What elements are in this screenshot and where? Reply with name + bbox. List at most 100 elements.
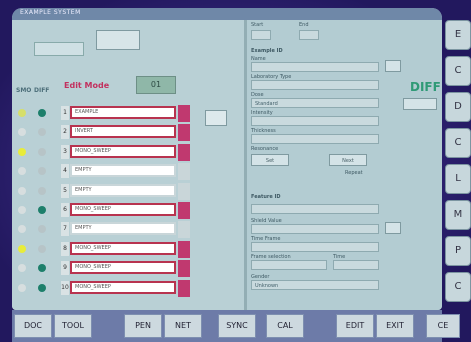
diff-indicator-dot[interactable]: [38, 264, 46, 273]
name-browse-button[interactable]: [385, 60, 401, 72]
next-button[interactable]: Next: [329, 154, 367, 166]
channel-row[interactable]: 8 MONO_SWEEP: [12, 240, 244, 258]
repeat-label: Repeat: [345, 170, 363, 176]
channel-row[interactable]: 9 MONO_SWEEP: [12, 260, 244, 278]
channel-name-field[interactable]: EMPTY: [70, 183, 176, 197]
panel-tab[interactable]: [34, 42, 84, 56]
channel-name-field[interactable]: INVERT: [70, 125, 176, 139]
smo-indicator[interactable]: [18, 109, 26, 117]
channel-side-tab[interactable]: [178, 105, 190, 122]
left-panel: SMO DIFF Edit Mode 01 1 EXAMPLE 2 INVERT 3 MO…: [12, 20, 244, 310]
diff-indicator-dot[interactable]: [38, 147, 46, 156]
title-bar: EXAMPLE SYSTEM: [12, 8, 442, 20]
window-title: EXAMPLE SYSTEM: [20, 9, 81, 16]
channel-side-tab[interactable]: [178, 124, 190, 142]
sidebar-button[interactable]: L: [445, 164, 471, 194]
sidebar-button[interactable]: M: [445, 200, 471, 230]
toolbar-button[interactable]: PEN: [124, 314, 162, 338]
lab-type-field[interactable]: [251, 80, 379, 90]
channel-name-field[interactable]: MONO_SWEEP: [70, 241, 176, 255]
toolbar-button[interactable]: CAL: [266, 314, 304, 338]
toolbar-button[interactable]: EDIT: [336, 314, 374, 338]
diff-indicator-dot[interactable]: [38, 225, 46, 234]
smo-indicator[interactable]: [18, 206, 26, 214]
channel-side-tab[interactable]: [178, 182, 190, 200]
channel-row[interactable]: 5 EMPTY: [12, 182, 244, 200]
diff-indicator-dot[interactable]: [38, 128, 46, 137]
toolbar-button[interactable]: CE: [426, 314, 460, 338]
channel-name-field[interactable]: EMPTY: [70, 222, 176, 236]
smo-indicator[interactable]: [18, 225, 26, 234]
smo-indicator[interactable]: [18, 128, 26, 137]
right-sidebar: ECDCLMPC: [442, 8, 471, 342]
channel-number: 8: [61, 241, 69, 256]
diff-indicator-dot[interactable]: [38, 283, 46, 292]
channel-name-field[interactable]: EMPTY: [70, 164, 176, 178]
toolbar-button[interactable]: NET: [164, 314, 202, 338]
channel-side-tab[interactable]: [178, 279, 190, 297]
channel-side-tab[interactable]: [178, 221, 190, 239]
edit-mode-value[interactable]: 01: [136, 76, 176, 94]
smo-indicator[interactable]: [18, 167, 26, 176]
dose-select[interactable]: Standard: [251, 98, 379, 108]
sidebar-button[interactable]: E: [445, 20, 471, 50]
channel-row[interactable]: 7 EMPTY: [12, 221, 244, 239]
smo-indicator[interactable]: [18, 186, 26, 195]
start-field[interactable]: [251, 30, 271, 40]
channel-side-tab[interactable]: [178, 143, 190, 161]
channel-side-tab[interactable]: [178, 260, 190, 278]
sidebar-button[interactable]: C: [445, 56, 471, 86]
toolbar-button[interactable]: TOOL: [54, 314, 92, 338]
channel-name-field[interactable]: MONO_SWEEP: [70, 203, 176, 216]
channel-side-tab[interactable]: [178, 240, 190, 258]
channel-number: 3: [61, 144, 69, 159]
diff-indicator-dot[interactable]: [38, 186, 46, 195]
channel-side-tab[interactable]: [178, 202, 190, 219]
channel-name-field[interactable]: MONO_SWEEP: [70, 144, 176, 158]
set-button[interactable]: Set: [251, 154, 289, 166]
channel-side-tab[interactable]: [178, 163, 190, 181]
sidebar-button[interactable]: P: [445, 236, 471, 266]
time-field[interactable]: [333, 260, 379, 270]
sidebar-button[interactable]: C: [445, 128, 471, 158]
toolbar-button[interactable]: DOC: [14, 314, 52, 338]
intensity-select[interactable]: [251, 116, 379, 126]
diff-indicator-dot[interactable]: [38, 206, 46, 214]
shield-value-field[interactable]: [251, 224, 379, 234]
gender-select[interactable]: Unknown: [251, 280, 379, 290]
channel-row[interactable]: 3 MONO_SWEEP: [12, 143, 244, 161]
thickness-select[interactable]: [251, 134, 379, 144]
frame-selection-field[interactable]: [251, 260, 327, 270]
start-label: Start: [251, 22, 264, 28]
smo-indicator[interactable]: [18, 264, 26, 273]
channel-name-field[interactable]: MONO_SWEEP: [70, 280, 176, 294]
time-frame-field[interactable]: [251, 242, 379, 252]
channel-name-field[interactable]: EXAMPLE: [70, 106, 176, 119]
smo-indicator[interactable]: [18, 147, 26, 156]
channel-row[interactable]: 6 MONO_SWEEP: [12, 202, 244, 219]
diff-indicator-dot[interactable]: [38, 167, 46, 176]
toolbar-button[interactable]: EXIT: [376, 314, 414, 338]
name-field[interactable]: [251, 62, 379, 72]
end-field[interactable]: [299, 30, 319, 40]
channel-row[interactable]: 2 INVERT: [12, 124, 244, 142]
channel-row[interactable]: 4 EMPTY: [12, 163, 244, 181]
toolbar-button[interactable]: SYNC: [218, 314, 256, 338]
smo-indicator[interactable]: [18, 283, 26, 292]
apply-button[interactable]: [403, 98, 437, 110]
shield-browse-button[interactable]: [385, 222, 401, 234]
edit-mode-label: Edit Mode: [64, 81, 110, 90]
channel-row[interactable]: 10 MONO_SWEEP: [12, 279, 244, 297]
sidebar-button[interactable]: D: [445, 92, 471, 122]
row-action-button[interactable]: [205, 110, 227, 126]
channel-name-field[interactable]: MONO_SWEEP: [70, 261, 176, 275]
channel-number: 2: [61, 125, 69, 140]
smo-indicator[interactable]: [18, 244, 26, 253]
diff-indicator-dot[interactable]: [38, 109, 46, 117]
right-panel: Start End Example ID Name Laboratory Typ…: [247, 20, 442, 310]
diff-indicator: DIFF: [410, 80, 441, 94]
feature-field[interactable]: [251, 204, 379, 214]
diff-indicator-dot[interactable]: [38, 244, 46, 253]
sidebar-button[interactable]: C: [445, 272, 471, 302]
toolbar-icon-button[interactable]: [96, 30, 140, 50]
